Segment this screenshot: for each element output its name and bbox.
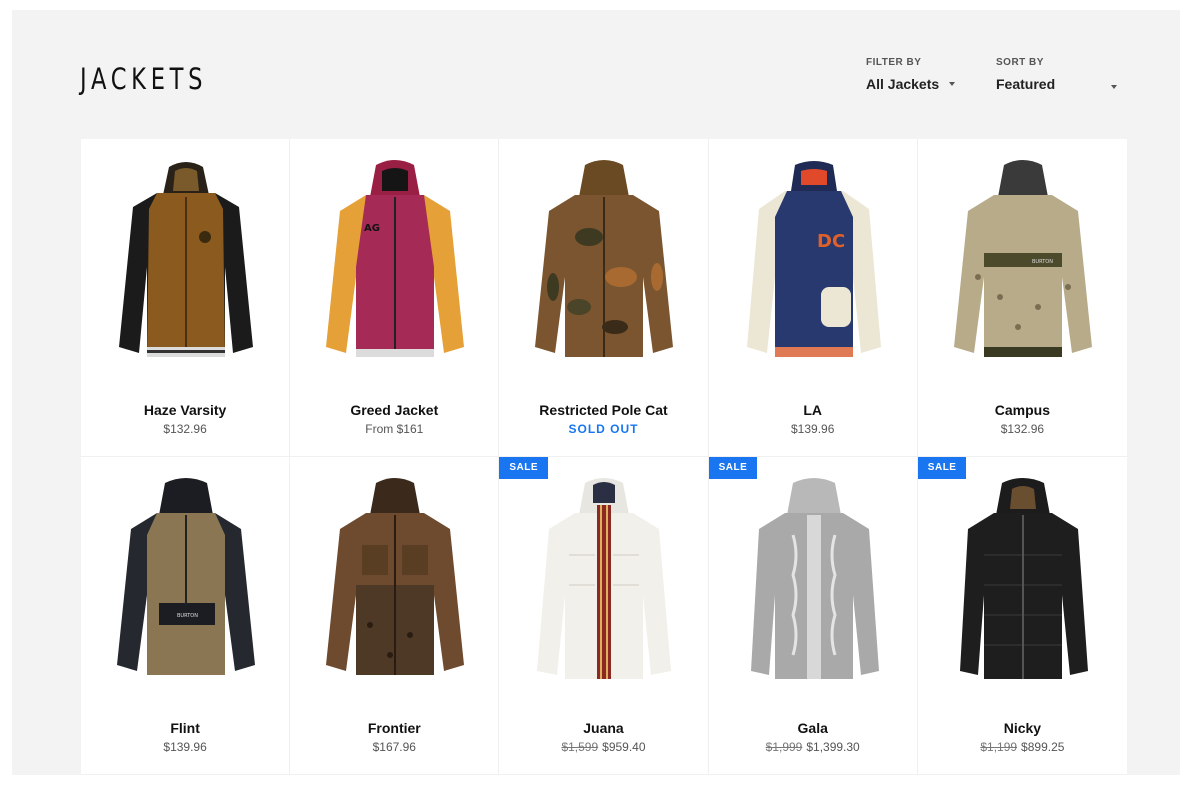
product-name[interactable]: Restricted Pole Cat	[499, 402, 707, 418]
filter-value: All Jackets	[866, 76, 940, 92]
product-price: $139.96	[163, 740, 207, 754]
product-name[interactable]: Gala	[709, 720, 917, 736]
collection-page: JACKETS FILTER BY All Jackets SORT BY Fe…	[12, 10, 1180, 775]
brown-leopard-jacket-image[interactable]	[310, 475, 480, 701]
sort-value: Featured	[996, 76, 1056, 92]
product-card[interactable]: Frontier $167.96	[290, 457, 500, 775]
white-puffer-stripe-image[interactable]	[519, 475, 689, 701]
product-card[interactable]: AG Greed Jacket From $161	[290, 139, 500, 457]
svg-text:AG: AG	[364, 223, 380, 234]
brown-jacket-black-sleeves-image[interactable]	[101, 157, 271, 383]
sort-select[interactable]: Featured	[996, 76, 1117, 92]
product-name[interactable]: Flint	[81, 720, 289, 736]
product-card[interactable]: BURTON Flint $139.96	[81, 457, 291, 775]
product-card[interactable]: DC LA $139.96	[708, 139, 918, 457]
maroon-yellow-jacket-image[interactable]: AG	[310, 157, 480, 383]
product-card[interactable]: SALE Gala $1,999 $1,399.30	[708, 457, 918, 775]
product-price: $132.96	[1000, 422, 1045, 436]
caret-down-icon	[949, 82, 956, 86]
product-price: From $161	[365, 422, 424, 436]
page-title: JACKETS	[80, 62, 208, 96]
sold-out-label: SOLD OUT	[568, 422, 639, 436]
tan-anorak-black-sleeves-image[interactable]: BURTON	[101, 475, 271, 701]
product-price: $139.96	[791, 422, 835, 436]
sale-price: $959.40	[602, 740, 646, 754]
product-card[interactable]: Haze Varsity $132.96	[81, 139, 291, 457]
product-card[interactable]: SALE Juana $1,599 $959.40	[499, 457, 709, 775]
sale-price: $1,399.30	[806, 740, 860, 754]
navy-cream-varsity-jacket-image[interactable]: DC	[729, 157, 899, 383]
svg-text:BURTON: BURTON	[1032, 259, 1053, 265]
product-name[interactable]: LA	[709, 402, 917, 418]
product-name[interactable]: Campus	[918, 402, 1127, 418]
product-name[interactable]: Nicky	[918, 720, 1127, 736]
original-price: $1,199	[980, 740, 1018, 754]
filter-select[interactable]: All Jackets	[866, 76, 956, 92]
product-price: $167.96	[372, 740, 416, 754]
product-price: $1,199 $899.25	[918, 740, 1127, 754]
product-card[interactable]: SALE Nicky $1,199 $899.25	[917, 457, 1127, 775]
product-price: $1,999 $1,399.30	[709, 740, 917, 754]
black-quilted-jacket-image[interactable]	[938, 475, 1108, 701]
camo-jacket-image[interactable]	[519, 157, 689, 383]
product-price: $132.96	[163, 422, 207, 436]
product-grid: Haze Varsity $132.96 AG Greed Jacket Fro…	[81, 139, 1127, 775]
original-price: $1,999	[765, 740, 803, 754]
sort-label: SORT BY	[996, 57, 1044, 68]
beige-print-jacket-image[interactable]: BURTON	[938, 157, 1108, 383]
filter-dropdown[interactable]: FILTER BY All Jackets	[866, 57, 956, 92]
product-price: $1,599 $959.40	[499, 740, 707, 754]
product-name[interactable]: Greed Jacket	[290, 402, 498, 418]
original-price: $1,599	[561, 740, 599, 754]
sort-dropdown[interactable]: SORT BY Featured	[996, 57, 1117, 92]
caret-down-icon	[1111, 85, 1117, 89]
grey-knit-jacket-image[interactable]	[729, 475, 899, 701]
sale-price: $899.25	[1021, 740, 1065, 754]
product-name[interactable]: Frontier	[290, 720, 498, 736]
svg-text:DC: DC	[817, 231, 845, 252]
filter-label: FILTER BY	[866, 57, 922, 68]
product-card[interactable]: Restricted Pole Cat SOLD OUT	[499, 139, 709, 457]
product-name[interactable]: Juana	[499, 720, 707, 736]
svg-text:BURTON: BURTON	[177, 613, 198, 619]
product-card[interactable]: BURTON Campus $132.96	[917, 139, 1127, 457]
product-name[interactable]: Haze Varsity	[81, 402, 289, 418]
